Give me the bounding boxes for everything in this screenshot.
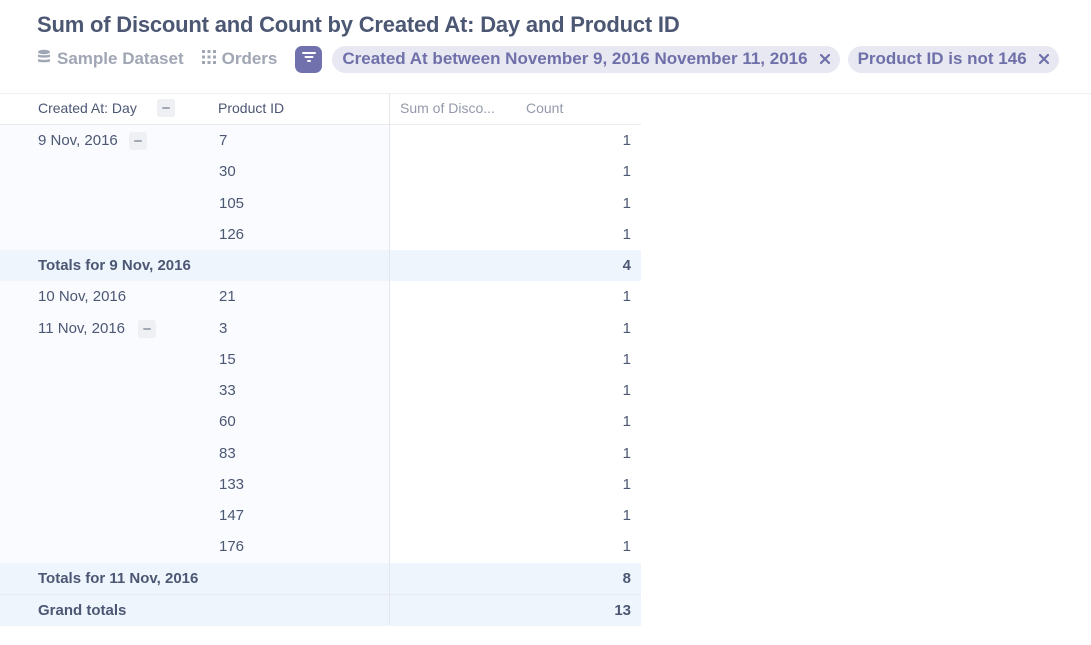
subtotal-count: 8 [622,570,631,587]
row-product-id: 3 [219,320,228,337]
breadcrumb-table-label: Orders [221,49,278,68]
row-product-id: 7 [219,132,228,149]
subtotal-row: Totals for 11 Nov, 2016 8 [0,563,641,594]
filter-pill-label: Product ID is not 146 [857,49,1027,68]
grand-total-count: 13 [614,602,631,619]
row-count: 1 [622,288,631,305]
row-product-id: 176 [219,538,245,555]
grand-total-row: Grand totals 13 [0,595,641,626]
filter-pill-product-id[interactable]: Product ID is not 146 [847,45,1059,73]
close-icon[interactable] [819,54,830,64]
breadcrumb-table[interactable]: Orders [201,49,278,69]
column-header-sum-discount[interactable]: Sum of Disco... [400,100,495,116]
filter-pill-created-at[interactable]: Created At between November 9, 2016 Nove… [332,45,840,73]
row-count: 1 [622,226,631,243]
question-meta-bar: Sample Dataset Orders Created At between… [37,44,1067,74]
row-count: 1 [622,538,631,555]
subtotal-row: Totals for 9 Nov, 2016 4 [0,250,641,281]
row-count: 1 [622,507,631,524]
row-count: 1 [622,476,631,493]
breadcrumb-database[interactable]: Sample Dataset [37,49,184,69]
grid-icon [201,49,222,69]
table-row: 60 1 [0,406,641,437]
row-product-id: 83 [219,445,236,462]
subtotal-count: 4 [622,257,631,274]
table-row: 15 1 [0,344,641,375]
row-product-id: 133 [219,476,245,493]
table-row: 10 Nov, 2016 21 1 [0,281,641,312]
table-row: 147 1 [0,500,641,531]
table-row: 105 1 [0,188,641,219]
row-count: 1 [622,320,631,337]
grand-total-label: Grand totals [38,602,127,619]
table-row: 176 1 [0,531,641,562]
table-row: 11 Nov, 2016 3 1 [0,313,641,344]
subtotal-label: Totals for 9 Nov, 2016 [38,257,191,274]
row-date: 9 Nov, 2016 [38,132,118,149]
row-product-id: 105 [219,195,245,212]
row-count: 1 [622,132,631,149]
row-count: 1 [622,413,631,430]
row-product-id: 21 [219,288,236,305]
column-header-product-id[interactable]: Product ID [218,100,284,116]
subtotal-label: Totals for 11 Nov, 2016 [38,570,199,587]
database-icon [37,49,57,69]
table-header: Created At: Day Product ID Sum of Disco.… [0,93,641,124]
column-header-count[interactable]: Count [526,100,563,116]
row-count: 1 [622,445,631,462]
row-count: 1 [622,163,631,180]
row-product-id: 147 [219,507,245,524]
collapse-row-button[interactable] [129,132,147,150]
filter-toggle-button[interactable] [295,45,323,73]
filter-pill-label: Created At between November 9, 2016 Nove… [342,49,808,68]
column-header-created-at[interactable]: Created At: Day [38,100,137,116]
row-date: 10 Nov, 2016 [38,288,127,305]
row-product-id: 15 [219,351,236,368]
table-row: 9 Nov, 2016 7 1 [0,125,641,156]
breadcrumb-database-label: Sample Dataset [57,49,184,68]
row-count: 1 [622,195,631,212]
column-divider [389,93,390,625]
table-row: 83 1 [0,438,641,469]
collapse-column-button[interactable] [157,99,175,117]
collapse-row-button[interactable] [138,320,156,338]
row-product-id: 33 [219,382,236,399]
table-row: 126 1 [0,219,641,250]
table-row: 33 1 [0,375,641,406]
close-icon[interactable] [1038,54,1049,64]
row-product-id: 126 [219,226,245,243]
filter-icon [301,50,316,68]
row-product-id: 30 [219,163,236,180]
row-product-id: 60 [219,413,236,430]
row-date: 11 Nov, 2016 [38,320,126,337]
row-count: 1 [622,382,631,399]
table-row: 30 1 [0,156,641,187]
table-row: 133 1 [0,469,641,500]
row-count: 1 [622,351,631,368]
page-title: Sum of Discount and Count by Created At:… [37,12,680,37]
